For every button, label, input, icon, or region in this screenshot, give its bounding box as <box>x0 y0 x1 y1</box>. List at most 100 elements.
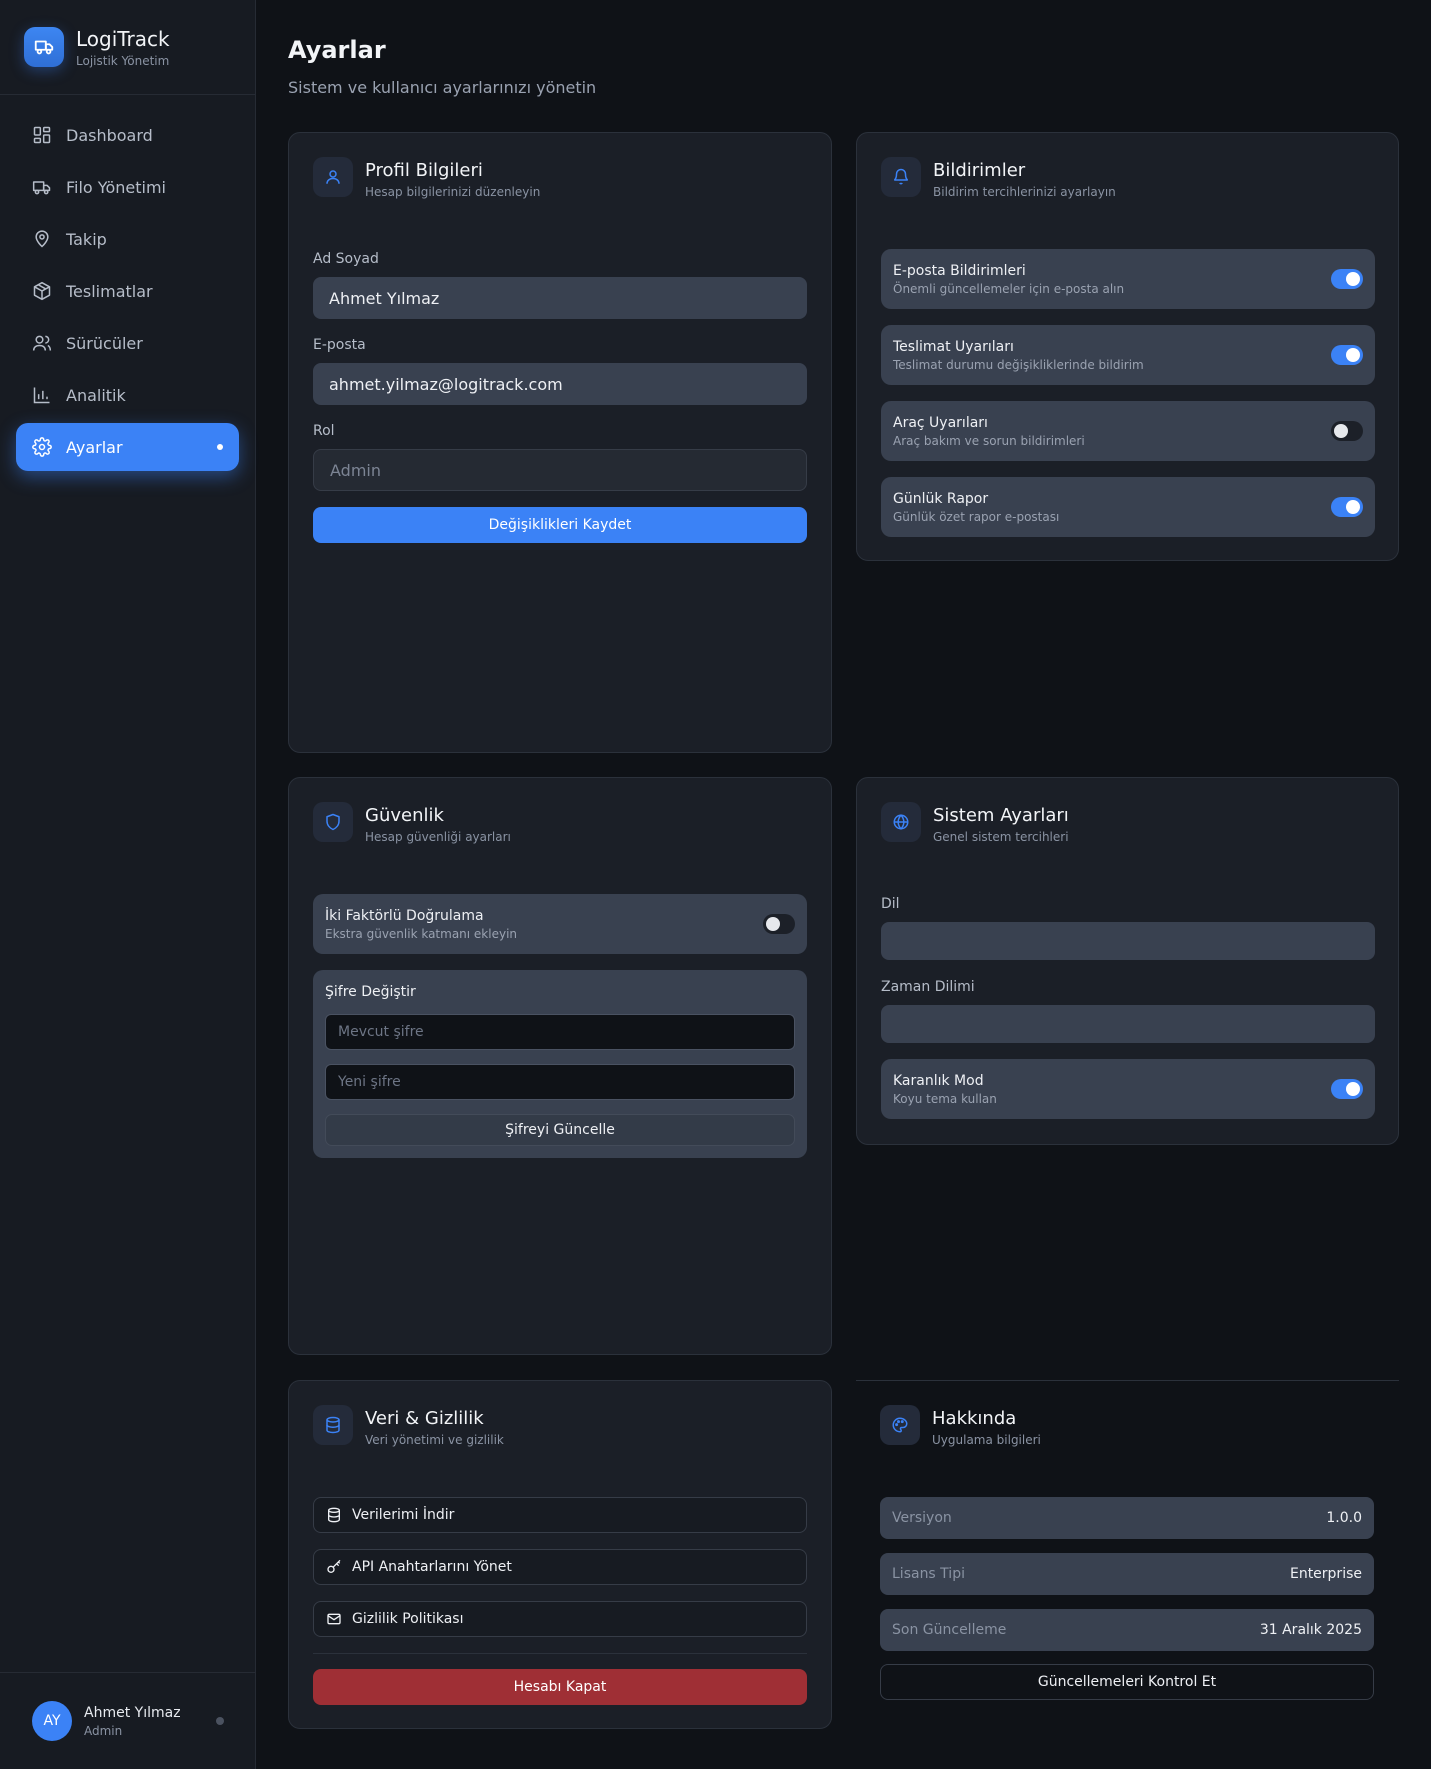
database-icon <box>313 1405 353 1445</box>
sidebar-item-label: Takip <box>66 229 107 249</box>
button-label: Verilerimi İndir <box>352 1507 455 1523</box>
download-data-button[interactable]: Verilerimi İndir <box>313 1497 807 1533</box>
grid-icon <box>33 126 51 144</box>
sidebar-item-label: Dashboard <box>66 125 153 145</box>
close-account-button[interactable]: Hesabı Kapat <box>313 1669 807 1705</box>
info-key: Versiyon <box>892 1510 952 1526</box>
language-label: Dil <box>881 896 900 912</box>
card-title: Sistem Ayarları <box>933 805 1069 826</box>
check-updates-button[interactable]: Güncellemeleri Kontrol Et <box>880 1664 1374 1700</box>
card-title: Hakkında <box>932 1408 1017 1429</box>
row-title: Araç Uyarıları <box>893 415 988 431</box>
license-row: Lisans Tipi Enterprise <box>880 1553 1374 1595</box>
user-role: Admin <box>84 1723 123 1738</box>
email-field[interactable]: ahmet.yilmaz@logitrack.com <box>313 363 807 405</box>
row-title: İki Faktörlü Doğrulama <box>325 908 484 924</box>
user-profile[interactable]: AY Ahmet Yılmaz Admin <box>0 1672 256 1769</box>
vehicle-alerts-row: Araç Uyarıları Araç bakım ve sorun bildi… <box>881 401 1375 461</box>
sidebar-item-label: Teslimatlar <box>66 281 153 301</box>
privacy-policy-button[interactable]: Gizlilik Politikası <box>313 1601 807 1637</box>
users-icon <box>32 335 52 351</box>
profile-card: Profil Bilgileri Hesap bilgilerinizi düz… <box>288 132 832 753</box>
two-factor-toggle[interactable] <box>763 914 795 934</box>
about-card: Hakkında Uygulama bilgileri Versiyon 1.0… <box>856 1380 1399 1710</box>
user-name: Ahmet Yılmaz <box>84 1704 181 1721</box>
language-select[interactable] <box>881 922 1375 960</box>
row-desc: Önemli güncellemeler için e-posta alın <box>893 282 1125 296</box>
timezone-label: Zaman Dilimi <box>881 979 975 995</box>
save-button[interactable]: Değişiklikleri Kaydet <box>313 507 807 543</box>
page-subtitle: Sistem ve kullanıcı ayarlarınızı yönetin <box>288 78 597 97</box>
divider <box>313 1653 807 1654</box>
daily-report-toggle[interactable] <box>1331 497 1363 517</box>
button-label: Gizlilik Politikası <box>352 1611 464 1627</box>
truck-icon <box>32 181 51 195</box>
new-password-input[interactable]: Yeni şifre <box>325 1064 795 1100</box>
sidebar-item-deliveries[interactable]: Teslimatlar <box>16 267 239 315</box>
info-value: 31 Aralık 2025 <box>1259 1622 1362 1638</box>
card-title: Veri & Gizlilik <box>365 1408 484 1429</box>
bar-chart-icon <box>33 387 50 404</box>
info-key: Lisans Tipi <box>892 1566 965 1582</box>
globe-icon <box>881 802 921 842</box>
row-title: Karanlık Mod <box>893 1073 984 1089</box>
sidebar-item-label: Filo Yönetimi <box>66 177 166 197</box>
email-notifications-row: E-posta Bildirimleri Önemli güncellemele… <box>881 249 1375 309</box>
email-notifications-toggle[interactable] <box>1331 269 1363 289</box>
delivery-alerts-toggle[interactable] <box>1331 345 1363 365</box>
row-desc: Günlük özet rapor e-postası <box>893 510 1060 524</box>
row-title: Günlük Rapor <box>893 491 989 507</box>
package-icon <box>33 281 51 301</box>
manage-api-keys-button[interactable]: API Anahtarlarını Yönet <box>313 1549 807 1585</box>
role-label: Rol <box>313 423 335 439</box>
last-update-row: Son Güncelleme 31 Aralık 2025 <box>880 1609 1374 1651</box>
sidebar-item-label: Analitik <box>66 385 126 405</box>
row-desc: Teslimat durumu değişikliklerinde bildir… <box>893 358 1144 372</box>
card-subtitle: Veri yönetimi ve gizlilik <box>365 1433 504 1447</box>
current-password-input[interactable]: Mevcut şifre <box>325 1014 795 1050</box>
avatar: AY <box>32 1701 72 1741</box>
button-label: API Anahtarlarını Yönet <box>352 1559 512 1575</box>
card-subtitle: Bildirim tercihlerinizi ayarlayın <box>933 185 1116 199</box>
card-subtitle: Uygulama bilgileri <box>932 1433 1041 1447</box>
dark-mode-toggle[interactable] <box>1331 1079 1363 1099</box>
user-icon <box>313 157 353 197</box>
delivery-alerts-row: Teslimat Uyarıları Teslimat durumu değiş… <box>881 325 1375 385</box>
card-title: Profil Bilgileri <box>365 160 483 181</box>
update-password-button[interactable]: Şifreyi Güncelle <box>325 1114 795 1146</box>
row-desc: Araç bakım ve sorun bildirimleri <box>893 434 1085 448</box>
card-title: Bildirimler <box>933 160 1026 181</box>
row-desc: Koyu tema kullan <box>893 1092 997 1106</box>
card-title: Güvenlik <box>365 805 444 826</box>
sidebar-item-settings[interactable]: Ayarlar <box>16 423 239 471</box>
password-change-box: Şifre Değiştir Mevcut şifre Yeni şifre Ş… <box>313 970 807 1158</box>
sidebar-item-dashboard[interactable]: Dashboard <box>16 111 239 159</box>
row-desc: Ekstra güvenlik katmanı ekleyin <box>325 927 518 941</box>
info-value: 1.0.0 <box>1326 1510 1362 1526</box>
status-dot <box>216 1717 224 1725</box>
daily-report-row: Günlük Rapor Günlük özet rapor e-postası <box>881 477 1375 537</box>
system-settings-card: Sistem Ayarları Genel sistem tercihleri … <box>856 777 1399 1145</box>
card-subtitle: Hesap güvenliği ayarları <box>365 830 511 844</box>
palette-icon <box>880 1405 920 1445</box>
card-subtitle: Hesap bilgilerinizi düzenleyin <box>365 185 541 199</box>
version-row: Versiyon 1.0.0 <box>880 1497 1374 1539</box>
sidebar-item-drivers[interactable]: Sürücüler <box>16 319 239 367</box>
sidebar: LogiTrack Lojistik Yönetim Dashboard Fil… <box>0 0 256 1769</box>
database-icon <box>328 1507 340 1523</box>
sidebar-item-tracking[interactable]: Takip <box>16 215 239 263</box>
dark-mode-row: Karanlık Mod Koyu tema kullan <box>881 1059 1375 1119</box>
name-field[interactable]: Ahmet Yılmaz <box>313 277 807 319</box>
role-field: Admin <box>313 449 807 491</box>
sidebar-item-analytics[interactable]: Analitik <box>16 371 239 419</box>
security-card: Güvenlik Hesap güvenliği ayarları İki Fa… <box>288 777 832 1355</box>
vehicle-alerts-toggle[interactable] <box>1331 421 1363 441</box>
mail-icon <box>327 1613 341 1625</box>
info-key: Son Güncelleme <box>892 1622 1007 1638</box>
sidebar-item-fleet[interactable]: Filo Yönetimi <box>16 163 239 211</box>
two-factor-row: İki Faktörlü Doğrulama Ekstra güvenlik k… <box>313 894 807 954</box>
timezone-select[interactable] <box>881 1005 1375 1043</box>
gear-icon <box>32 437 52 457</box>
sidebar-item-label: Sürücüler <box>66 333 143 353</box>
card-subtitle: Genel sistem tercihleri <box>933 830 1069 844</box>
